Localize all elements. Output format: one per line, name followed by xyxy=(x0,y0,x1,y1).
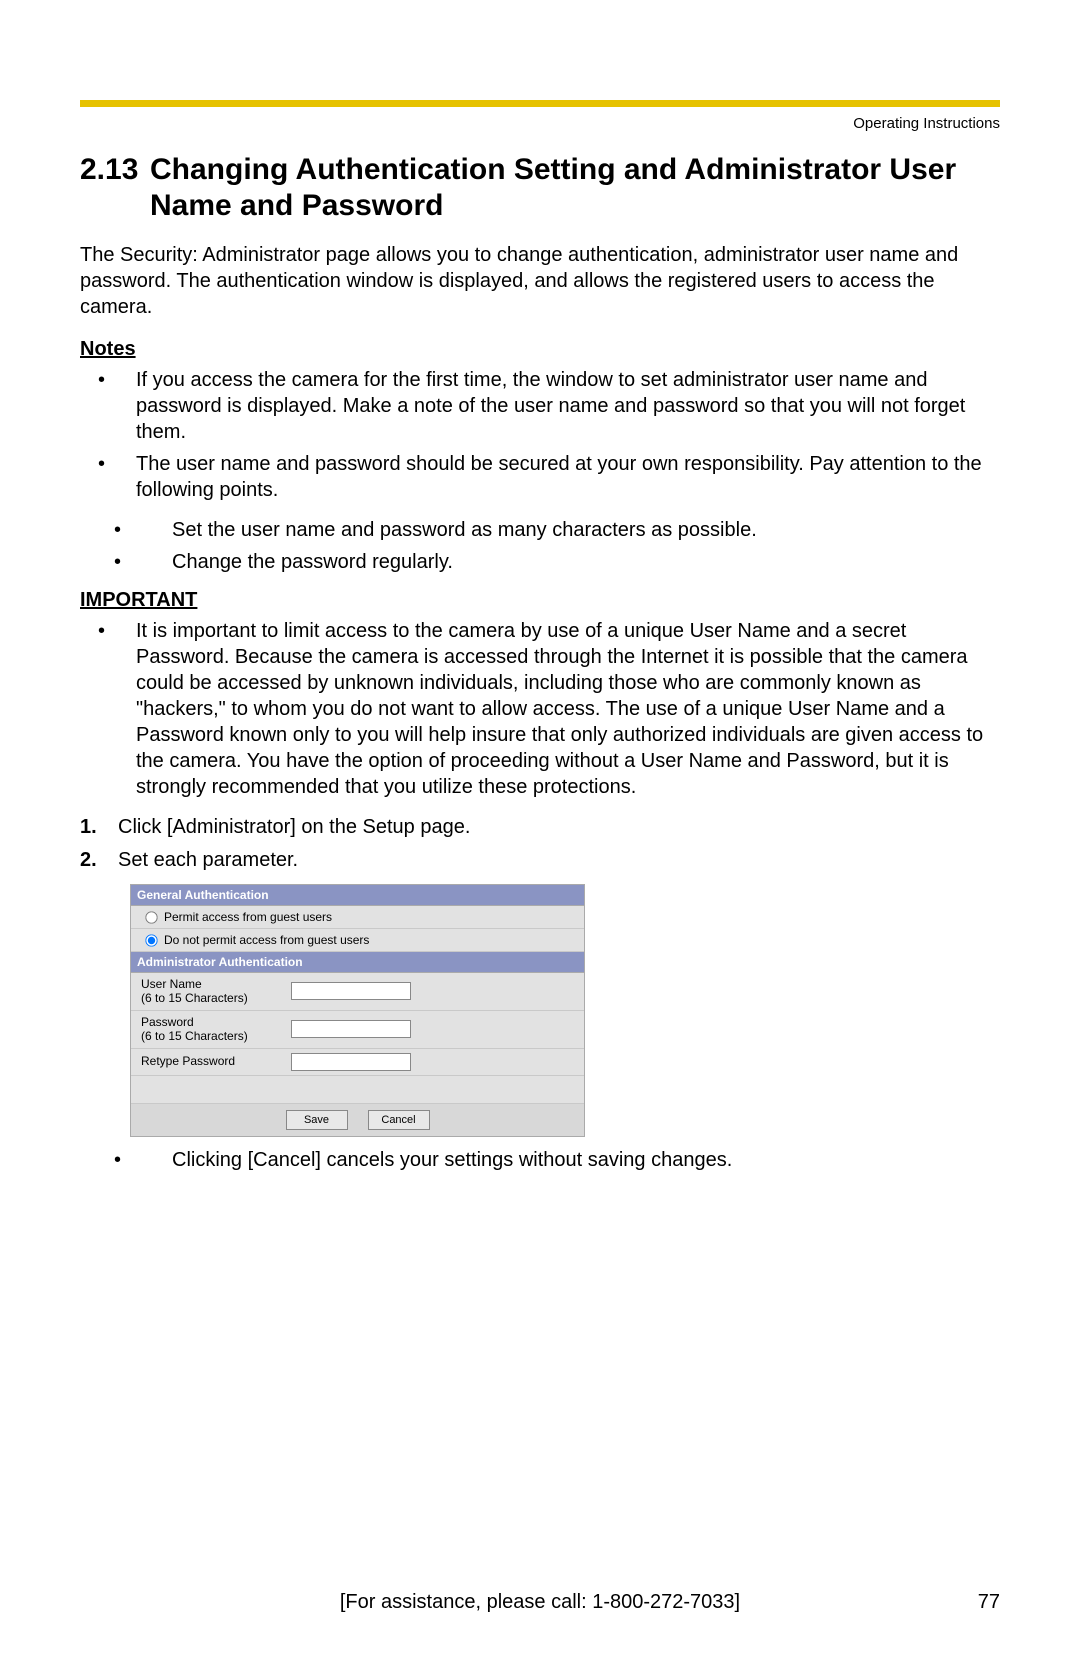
config-panel: General Authentication Permit access fro… xyxy=(130,884,585,1137)
radio-deny-label: Do not permit access from guest users xyxy=(164,933,369,947)
password-label: Password (6 to 15 Characters) xyxy=(141,1015,291,1044)
step-number: 1. xyxy=(80,814,118,841)
intro-paragraph: The Security: Administrator page allows … xyxy=(80,242,1000,320)
save-button[interactable]: Save xyxy=(286,1110,348,1130)
retype-label: Retype Password xyxy=(141,1054,291,1068)
username-input[interactable] xyxy=(291,982,411,1000)
note-item: If you access the camera for the first t… xyxy=(80,367,1000,445)
password-row: Password (6 to 15 Characters) xyxy=(131,1011,584,1049)
step-text: Click [Administrator] on the Setup page. xyxy=(118,814,470,841)
panel-spacer xyxy=(131,1076,584,1104)
after-figure-list: Clicking [Cancel] cancels your settings … xyxy=(80,1147,1000,1173)
username-row: User Name (6 to 15 Characters) xyxy=(131,973,584,1011)
retype-row: Retype Password xyxy=(131,1049,584,1076)
accent-bar xyxy=(80,100,1000,107)
radio-deny[interactable] xyxy=(145,934,157,946)
password-input[interactable] xyxy=(291,1020,411,1038)
general-auth-header: General Authentication xyxy=(131,885,584,906)
step-text: Set each parameter. xyxy=(118,847,298,874)
retype-input[interactable] xyxy=(291,1053,411,1071)
section-title: Changing Authentication Setting and Admi… xyxy=(150,152,1000,224)
step-item: 2. Set each parameter. xyxy=(80,847,1000,874)
radio-deny-row: Do not permit access from guest users xyxy=(131,929,584,952)
panel-buttons: Save Cancel xyxy=(131,1104,584,1136)
step-item: 1. Click [Administrator] on the Setup pa… xyxy=(80,814,1000,841)
notes-label: Notes xyxy=(80,338,1000,361)
note-item: The user name and password should be sec… xyxy=(80,451,1000,503)
important-list: It is important to limit access to the c… xyxy=(80,618,1000,800)
radio-permit-row: Permit access from guest users xyxy=(131,906,584,929)
radio-permit-label: Permit access from guest users xyxy=(164,910,332,924)
notes-sublist: Set the user name and password as many c… xyxy=(80,517,1000,575)
notes-list: If you access the camera for the first t… xyxy=(80,367,1000,503)
footer-assistance: [For assistance, please call: 1-800-272-… xyxy=(80,1591,1000,1614)
important-item: It is important to limit access to the c… xyxy=(80,618,1000,800)
note-subitem: Change the password regularly. xyxy=(80,549,1000,575)
note-subitem: Set the user name and password as many c… xyxy=(80,517,1000,543)
page-number: 77 xyxy=(978,1591,1000,1614)
username-label: User Name (6 to 15 Characters) xyxy=(141,977,291,1006)
config-figure: General Authentication Permit access fro… xyxy=(130,884,1000,1137)
section-heading: 2.13 Changing Authentication Setting and… xyxy=(80,152,1000,224)
section-number: 2.13 xyxy=(80,152,150,188)
radio-permit[interactable] xyxy=(145,911,157,923)
running-header: Operating Instructions xyxy=(80,115,1000,132)
steps-list: 1. Click [Administrator] on the Setup pa… xyxy=(80,814,1000,874)
after-figure-item: Clicking [Cancel] cancels your settings … xyxy=(80,1147,1000,1173)
step-number: 2. xyxy=(80,847,118,874)
important-label: IMPORTANT xyxy=(80,589,1000,612)
admin-auth-header: Administrator Authentication xyxy=(131,952,584,973)
cancel-button[interactable]: Cancel xyxy=(368,1110,430,1130)
